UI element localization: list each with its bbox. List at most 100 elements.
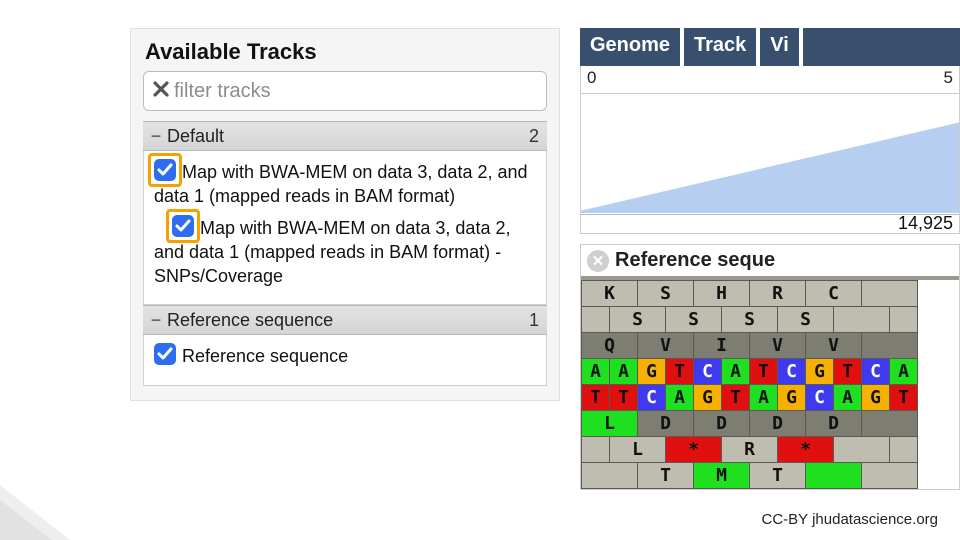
seq-cell: [834, 437, 890, 463]
seq-cell: T: [666, 359, 694, 385]
seq-cell: [890, 437, 918, 463]
seq-cell: T: [610, 385, 638, 411]
filter-tracks-field[interactable]: [143, 71, 547, 111]
ruler-start: 0: [587, 68, 596, 88]
ruler: 0 5: [580, 66, 960, 94]
clear-filter-icon[interactable]: [152, 80, 170, 103]
seq-cell: D: [694, 411, 750, 437]
track-checkbox[interactable]: [172, 215, 194, 237]
seq-cell: S: [666, 307, 722, 333]
menu-item[interactable]: Track: [684, 28, 760, 66]
seq-cell: A: [834, 385, 862, 411]
group-name: Default: [163, 126, 529, 147]
seq-cell: [862, 411, 918, 437]
seq-cell: D: [750, 411, 806, 437]
seq-cell: [582, 307, 610, 333]
seq-cell: S: [778, 307, 834, 333]
seq-cell: A: [610, 359, 638, 385]
seq-cell: [582, 437, 610, 463]
seq-cell: R: [722, 437, 778, 463]
group-count: 2: [529, 126, 541, 147]
seq-cell: T: [750, 463, 806, 489]
track-group-body: Map with BWA-MEM on data 3, data 2, and …: [143, 151, 547, 305]
seq-cell: M: [694, 463, 750, 489]
seq-cell: T: [834, 359, 862, 385]
coverage-value: 14,925: [898, 213, 953, 234]
seq-cell: S: [722, 307, 778, 333]
coverage-track[interactable]: 14,925: [580, 94, 960, 234]
seq-cell: L: [610, 437, 666, 463]
menu-item[interactable]: Genome: [580, 28, 684, 66]
seq-cell: G: [778, 385, 806, 411]
seq-cell: L: [582, 411, 638, 437]
seq-cell: Q: [582, 333, 638, 359]
attribution: CC-BY jhudatascience.org: [762, 511, 938, 528]
track-label: Reference sequence: [182, 346, 348, 366]
seq-cell: A: [582, 359, 610, 385]
track-group-header[interactable]: −Default2: [143, 121, 547, 151]
seq-cell: D: [638, 411, 694, 437]
group-count: 1: [529, 310, 541, 331]
close-track-icon[interactable]: ✕: [587, 250, 609, 272]
seq-cell: D: [806, 411, 862, 437]
seq-cell: I: [694, 333, 750, 359]
seq-cell: C: [638, 385, 666, 411]
seq-cell: G: [638, 359, 666, 385]
panel-title: Available Tracks: [145, 39, 547, 65]
seq-cell: *: [778, 437, 834, 463]
filter-tracks-input[interactable]: [170, 79, 538, 104]
genome-browser-pane: GenomeTrackVi 0 5 14,925 ✕ Reference seq…: [580, 28, 960, 490]
seq-cell: G: [694, 385, 722, 411]
page-corner-decoration: [0, 500, 52, 540]
seq-cell: R: [750, 281, 806, 307]
track-group-header[interactable]: −Reference sequence1: [143, 305, 547, 335]
seq-cell: V: [638, 333, 694, 359]
ruler-end: 5: [944, 68, 953, 88]
seq-cell: S: [610, 307, 666, 333]
seq-cell: A: [750, 385, 778, 411]
collapse-icon: −: [149, 126, 163, 147]
reference-sequence-track[interactable]: ✕ Reference seque KSHRCSSSSQVIVVAAGTCATC…: [580, 244, 960, 490]
seq-cell: T: [638, 463, 694, 489]
track-label: Map with BWA-MEM on data 3, data 2, and …: [154, 218, 510, 287]
seq-cell: [862, 463, 918, 489]
seq-cell: [806, 463, 862, 489]
track-row[interactable]: Map with BWA-MEM on data 3, data 2, and …: [154, 215, 536, 289]
seq-cell: [834, 307, 890, 333]
seq-cell: [862, 281, 918, 307]
track-title: Reference seque: [615, 249, 775, 272]
track-checkbox[interactable]: [154, 343, 176, 365]
seq-cell: T: [722, 385, 750, 411]
seq-cell: *: [666, 437, 722, 463]
seq-cell: G: [806, 359, 834, 385]
track-group-body: Reference sequence: [143, 335, 547, 385]
available-tracks-panel: Available Tracks −Default2Map with BWA-M…: [130, 28, 560, 401]
seq-cell: T: [582, 385, 610, 411]
seq-cell: C: [862, 359, 890, 385]
track-label: Map with BWA-MEM on data 3, data 2, and …: [154, 162, 528, 206]
group-name: Reference sequence: [163, 310, 529, 331]
seq-cell: [890, 307, 918, 333]
seq-cell: V: [750, 333, 806, 359]
seq-cell: S: [638, 281, 694, 307]
seq-cell: K: [582, 281, 638, 307]
seq-cell: V: [806, 333, 862, 359]
seq-cell: A: [666, 385, 694, 411]
seq-cell: C: [806, 281, 862, 307]
seq-cell: [862, 333, 918, 359]
seq-cell: T: [750, 359, 778, 385]
menu-bar: GenomeTrackVi: [580, 28, 960, 66]
seq-cell: A: [890, 359, 918, 385]
seq-cell: C: [694, 359, 722, 385]
seq-cell: C: [778, 359, 806, 385]
seq-cell: [582, 463, 638, 489]
sequence-grid: KSHRCSSSSQVIVVAAGTCATCGTCATTCAGTAGCAGTLD…: [581, 280, 918, 489]
seq-cell: T: [890, 385, 918, 411]
track-row[interactable]: Reference sequence: [154, 343, 536, 368]
menu-item[interactable]: Vi: [760, 28, 803, 66]
seq-cell: C: [806, 385, 834, 411]
seq-cell: G: [862, 385, 890, 411]
track-checkbox[interactable]: [154, 159, 176, 181]
track-row[interactable]: Map with BWA-MEM on data 3, data 2, and …: [154, 159, 536, 209]
collapse-icon: −: [149, 310, 163, 331]
